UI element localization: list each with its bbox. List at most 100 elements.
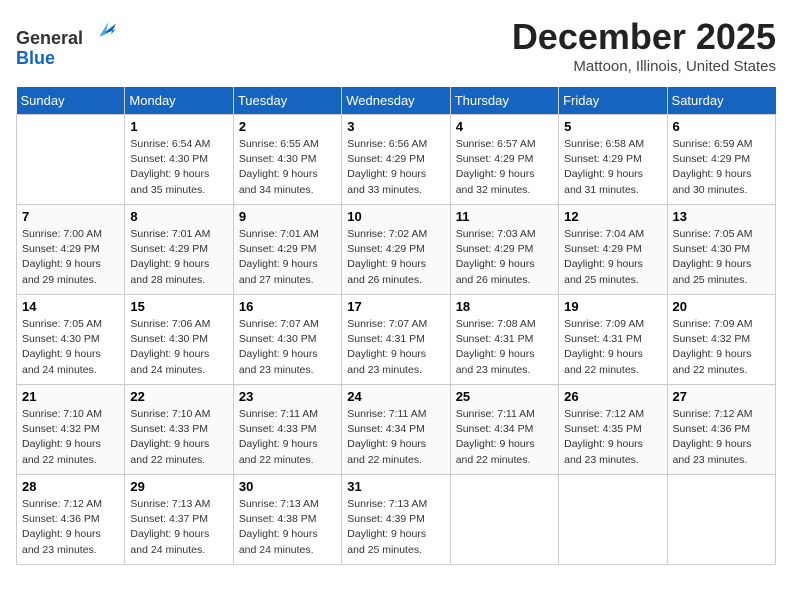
calendar-cell: 12Sunrise: 7:04 AMSunset: 4:29 PMDayligh…: [559, 205, 667, 295]
calendar-cell: 6 Sunrise: 6:59 AMSunset: 4:29 PMDaylight…: [667, 115, 775, 205]
day-number: 6: [673, 119, 770, 134]
calendar-week-1: 1Sunrise: 6:54 AMSunset: 4:30 PMDaylight…: [17, 115, 776, 205]
day-info: Sunrise: 7:07 AMSunset: 4:31 PMDaylight:…: [347, 317, 444, 378]
day-info: Sunrise: 7:00 AMSunset: 4:29 PMDaylight:…: [22, 227, 119, 288]
calendar-cell: 31 Sunrise: 7:13 AMSunset: 4:39 PMDayligh…: [342, 475, 450, 565]
calendar-cell: 21Sunrise: 7:10 AMSunset: 4:32 PMDayligh…: [17, 385, 125, 475]
title-block: December 2025 Mattoon, Illinois, United …: [512, 16, 776, 75]
calendar-cell: 11 Sunrise: 7:03 AMSunset: 4:29 PMDayligh…: [450, 205, 558, 295]
calendar-cell: 15Sunrise: 7:06 AMSunset: 4:30 PMDayligh…: [125, 295, 233, 385]
calendar-cell: 17 Sunrise: 7:07 AMSunset: 4:31 PMDayligh…: [342, 295, 450, 385]
day-number: 24: [347, 389, 444, 404]
day-info: Sunrise: 6:58 AMSunset: 4:29 PMDaylight:…: [564, 137, 661, 198]
col-header-saturday: Saturday: [667, 87, 775, 115]
calendar-cell: 16 Sunrise: 7:07 AMSunset: 4:30 PMDayligh…: [233, 295, 341, 385]
calendar-cell: [17, 115, 125, 205]
calendar-week-4: 21Sunrise: 7:10 AMSunset: 4:32 PMDayligh…: [17, 385, 776, 475]
day-number: 5: [564, 119, 661, 134]
day-number: 9: [239, 209, 336, 224]
day-info: Sunrise: 7:09 AMSunset: 4:32 PMDaylight:…: [673, 317, 770, 378]
calendar-cell: 14 Sunrise: 7:05 AMSunset: 4:30 PMDayligh…: [17, 295, 125, 385]
calendar-cell: 27Sunrise: 7:12 AMSunset: 4:36 PMDayligh…: [667, 385, 775, 475]
day-number: 26: [564, 389, 661, 404]
calendar-week-2: 7 Sunrise: 7:00 AMSunset: 4:29 PMDaylight…: [17, 205, 776, 295]
col-header-monday: Monday: [125, 87, 233, 115]
calendar-cell: 4 Sunrise: 6:57 AMSunset: 4:29 PMDaylight…: [450, 115, 558, 205]
day-info: Sunrise: 6:59 AMSunset: 4:29 PMDaylight:…: [673, 137, 770, 198]
day-number: 25: [456, 389, 553, 404]
calendar-cell: 8 Sunrise: 7:01 AMSunset: 4:29 PMDaylight…: [125, 205, 233, 295]
calendar-cell: 19Sunrise: 7:09 AMSunset: 4:31 PMDayligh…: [559, 295, 667, 385]
calendar-cell: 2 Sunrise: 6:55 AMSunset: 4:30 PMDaylight…: [233, 115, 341, 205]
day-number: 28: [22, 479, 119, 494]
day-number: 8: [130, 209, 227, 224]
calendar-cell: 23 Sunrise: 7:11 AMSunset: 4:33 PMDayligh…: [233, 385, 341, 475]
day-info: Sunrise: 7:09 AMSunset: 4:31 PMDaylight:…: [564, 317, 661, 378]
day-info: Sunrise: 7:03 AMSunset: 4:29 PMDaylight:…: [456, 227, 553, 288]
calendar-cell: 9Sunrise: 7:01 AMSunset: 4:29 PMDaylight…: [233, 205, 341, 295]
day-number: 17: [347, 299, 444, 314]
calendar-cell: 24Sunrise: 7:11 AMSunset: 4:34 PMDayligh…: [342, 385, 450, 475]
day-number: 11: [456, 209, 553, 224]
day-number: 27: [673, 389, 770, 404]
day-info: Sunrise: 7:05 AMSunset: 4:30 PMDaylight:…: [673, 227, 770, 288]
day-number: 29: [130, 479, 227, 494]
col-header-tuesday: Tuesday: [233, 87, 341, 115]
day-info: Sunrise: 7:01 AMSunset: 4:29 PMDaylight:…: [130, 227, 227, 288]
day-number: 3: [347, 119, 444, 134]
day-info: Sunrise: 7:11 AMSunset: 4:33 PMDaylight:…: [239, 407, 336, 468]
day-info: Sunrise: 7:12 AMSunset: 4:35 PMDaylight:…: [564, 407, 661, 468]
calendar-cell: 30Sunrise: 7:13 AMSunset: 4:38 PMDayligh…: [233, 475, 341, 565]
col-header-friday: Friday: [559, 87, 667, 115]
day-info: Sunrise: 6:56 AMSunset: 4:29 PMDaylight:…: [347, 137, 444, 198]
col-header-wednesday: Wednesday: [342, 87, 450, 115]
logo-bird-icon: [90, 16, 118, 44]
day-number: 1: [130, 119, 227, 134]
day-info: Sunrise: 7:13 AMSunset: 4:37 PMDaylight:…: [130, 497, 227, 558]
calendar-cell: 1Sunrise: 6:54 AMSunset: 4:30 PMDaylight…: [125, 115, 233, 205]
day-number: 15: [130, 299, 227, 314]
day-info: Sunrise: 7:05 AMSunset: 4:30 PMDaylight:…: [22, 317, 119, 378]
location: Mattoon, Illinois, United States: [512, 58, 776, 75]
day-info: Sunrise: 7:11 AMSunset: 4:34 PMDaylight:…: [456, 407, 553, 468]
day-number: 23: [239, 389, 336, 404]
calendar-cell: 5 Sunrise: 6:58 AMSunset: 4:29 PMDaylight…: [559, 115, 667, 205]
calendar-week-5: 28Sunrise: 7:12 AMSunset: 4:36 PMDayligh…: [17, 475, 776, 565]
day-info: Sunrise: 7:13 AMSunset: 4:39 PMDaylight:…: [347, 497, 444, 558]
day-number: 7: [22, 209, 119, 224]
day-info: Sunrise: 7:13 AMSunset: 4:38 PMDaylight:…: [239, 497, 336, 558]
day-info: Sunrise: 7:02 AMSunset: 4:29 PMDaylight:…: [347, 227, 444, 288]
month-title: December 2025: [512, 16, 776, 58]
day-number: 20: [673, 299, 770, 314]
calendar-cell: [450, 475, 558, 565]
calendar-cell: 18 Sunrise: 7:08 AMSunset: 4:31 PMDayligh…: [450, 295, 558, 385]
day-number: 14: [22, 299, 119, 314]
col-header-sunday: Sunday: [17, 87, 125, 115]
day-number: 13: [673, 209, 770, 224]
calendar-cell: 13 Sunrise: 7:05 AMSunset: 4:30 PMDayligh…: [667, 205, 775, 295]
day-number: 16: [239, 299, 336, 314]
day-number: 31: [347, 479, 444, 494]
logo-blue: Blue: [16, 48, 55, 68]
calendar-cell: 7 Sunrise: 7:00 AMSunset: 4:29 PMDaylight…: [17, 205, 125, 295]
calendar-cell: 10Sunrise: 7:02 AMSunset: 4:29 PMDayligh…: [342, 205, 450, 295]
calendar-cell: 20 Sunrise: 7:09 AMSunset: 4:32 PMDayligh…: [667, 295, 775, 385]
day-number: 4: [456, 119, 553, 134]
calendar-header-row: SundayMondayTuesdayWednesdayThursdayFrid…: [17, 87, 776, 115]
page-header: General Blue December 2025 Mattoon, Illi…: [16, 16, 776, 75]
day-info: Sunrise: 7:07 AMSunset: 4:30 PMDaylight:…: [239, 317, 336, 378]
calendar-cell: [667, 475, 775, 565]
day-number: 2: [239, 119, 336, 134]
calendar-week-3: 14 Sunrise: 7:05 AMSunset: 4:30 PMDayligh…: [17, 295, 776, 385]
day-info: Sunrise: 6:55 AMSunset: 4:30 PMDaylight:…: [239, 137, 336, 198]
calendar-cell: [559, 475, 667, 565]
calendar-body: 1Sunrise: 6:54 AMSunset: 4:30 PMDaylight…: [17, 115, 776, 565]
day-info: Sunrise: 6:57 AMSunset: 4:29 PMDaylight:…: [456, 137, 553, 198]
calendar-cell: 3 Sunrise: 6:56 AMSunset: 4:29 PMDaylight…: [342, 115, 450, 205]
day-number: 22: [130, 389, 227, 404]
logo: General Blue: [16, 16, 118, 69]
day-number: 21: [22, 389, 119, 404]
day-number: 18: [456, 299, 553, 314]
calendar-cell: 28Sunrise: 7:12 AMSunset: 4:36 PMDayligh…: [17, 475, 125, 565]
day-info: Sunrise: 7:08 AMSunset: 4:31 PMDaylight:…: [456, 317, 553, 378]
